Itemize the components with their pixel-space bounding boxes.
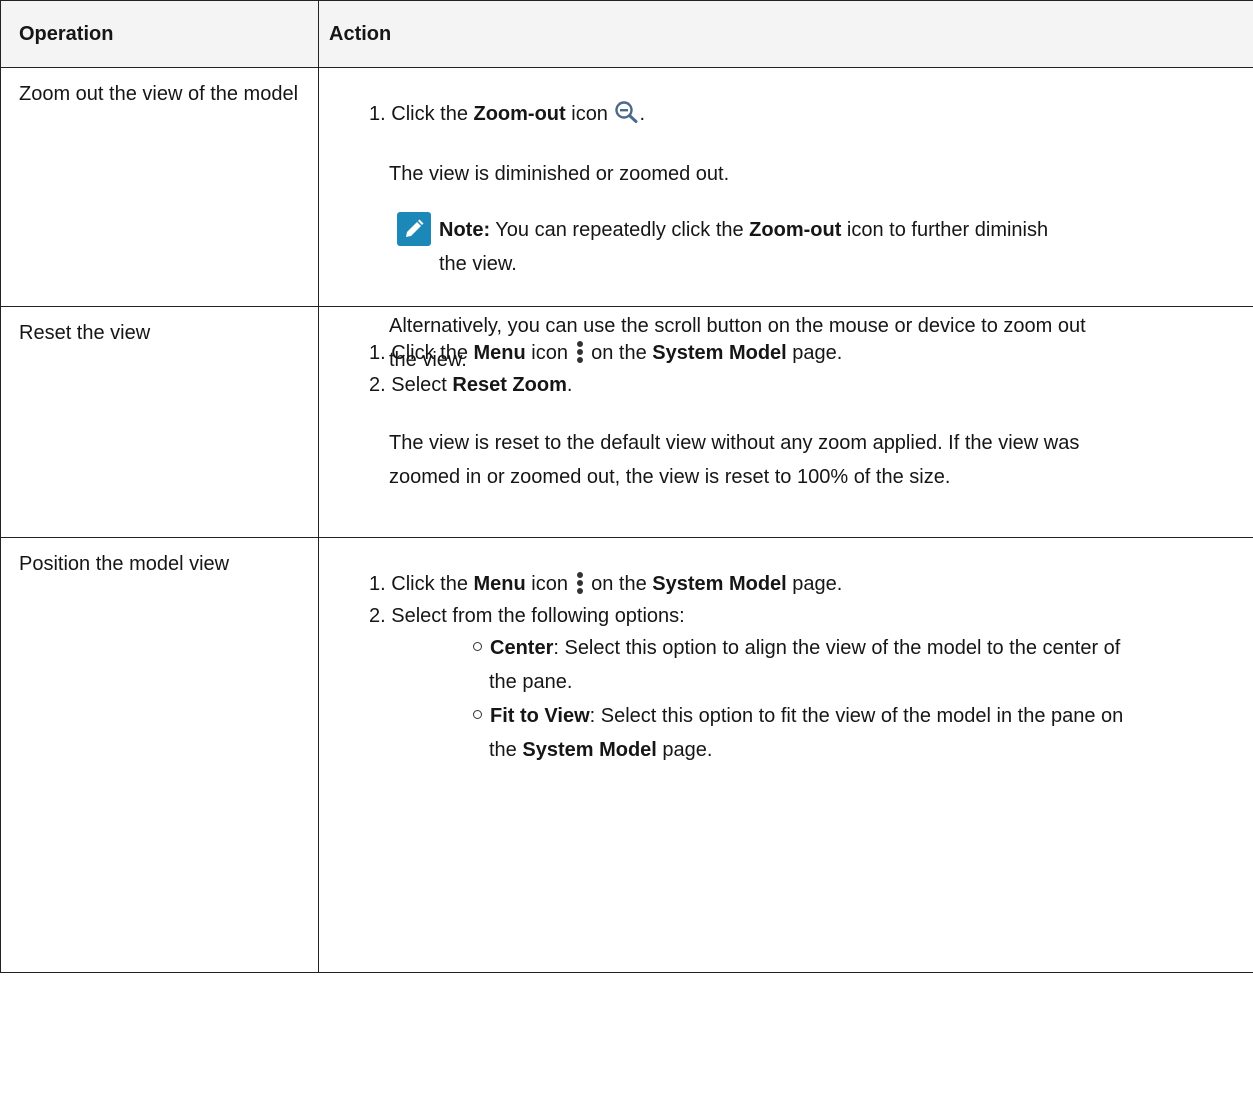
action-cell: 1. Click the Zoom-out icon . The view is… bbox=[318, 67, 1253, 371]
bullet-icon bbox=[473, 642, 482, 651]
action-cell: 1. Click the Menu icon on the System Mod… bbox=[318, 306, 1253, 538]
result-text-line1: The view is reset to the default view wi… bbox=[389, 432, 1080, 454]
bullet-icon bbox=[473, 710, 482, 719]
result-text-line2: zoomed in or zoomed out, the view is res… bbox=[389, 466, 951, 488]
operations-table: Operation Action Zoom out the view of th… bbox=[0, 0, 1253, 973]
option-item: Fit to View: Select this option to fit t… bbox=[473, 700, 1123, 732]
header-action: Action bbox=[318, 0, 1253, 68]
step-item: 1. Click the Menu icon on the System Mod… bbox=[369, 341, 843, 364]
operation-cell: Reset the view bbox=[0, 306, 319, 538]
option-item: Center: Select this option to align the … bbox=[473, 632, 1120, 664]
operation-cell: Position the model view bbox=[0, 537, 319, 973]
table-row: Reset the view 1. Click the Menu icon on… bbox=[0, 306, 1253, 538]
step-item: 1. Click the Menu icon on the System Mod… bbox=[369, 572, 843, 595]
table-header-row: Operation Action bbox=[0, 0, 1253, 68]
note-text-line2: the view. bbox=[439, 253, 517, 275]
table-row: Zoom out the view of the model 1. Click … bbox=[0, 67, 1253, 371]
step-item: 2. Select Reset Zoom. bbox=[369, 374, 573, 396]
operation-cell: Zoom out the view of the model bbox=[0, 67, 319, 307]
zoom-out-icon bbox=[614, 100, 640, 134]
menu-icon bbox=[576, 572, 584, 594]
option-item-line2: the System Model page. bbox=[489, 739, 713, 761]
step-item: 1. Click the Zoom-out icon . bbox=[369, 98, 645, 134]
option-item-line2: the pane. bbox=[489, 671, 573, 693]
table-row: Position the model view 1. Click the Men… bbox=[0, 537, 1253, 973]
step-item: 2. Select from the following options: bbox=[369, 605, 685, 627]
header-operation: Operation bbox=[0, 0, 319, 68]
note-text: Note: You can repeatedly click the Zoom-… bbox=[439, 219, 1049, 241]
result-text: The view is diminished or zoomed out. bbox=[389, 163, 730, 185]
action-cell: 1. Click the Menu icon on the System Mod… bbox=[318, 537, 1253, 973]
note-icon bbox=[397, 212, 431, 246]
menu-icon bbox=[576, 341, 584, 363]
